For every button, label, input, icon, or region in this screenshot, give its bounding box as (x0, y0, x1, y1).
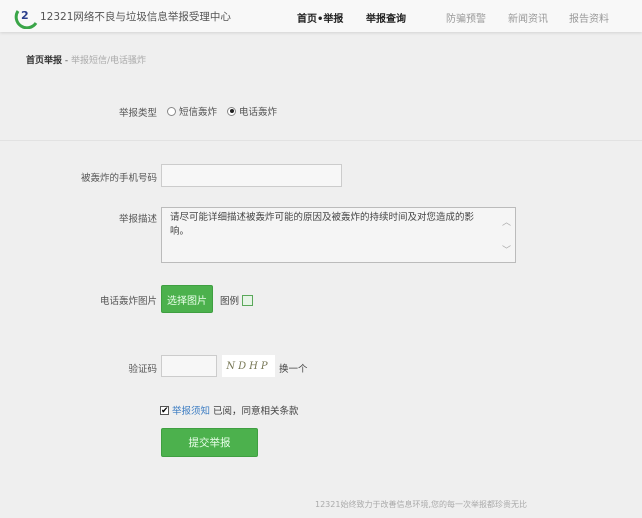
agree-text: 已阅，同意相关条款 (213, 406, 299, 417)
report-type-label: 举报类型 (118, 108, 157, 119)
nav-fraud-alert[interactable]: 防骗预警 (446, 10, 486, 25)
example: 图例 (220, 293, 254, 307)
radio-label: 短信轰炸 (179, 107, 218, 118)
example-image-icon[interactable] (242, 294, 254, 306)
example-label: 图例 (220, 296, 240, 307)
radio-sms-bombing[interactable]: 短信轰炸 (167, 104, 217, 118)
agree-checkbox[interactable]: ✔ (160, 405, 169, 415)
logo-icon[interactable]: 2 (14, 3, 40, 29)
phone-input[interactable] (161, 164, 342, 187)
agree-row: ✔ 举报须知 已阅，同意相关条款 (160, 403, 299, 417)
captcha-image[interactable]: NDHP (222, 355, 275, 377)
breadcrumb-home[interactable]: 首页举报 (26, 56, 62, 66)
footer-text: 12321始终致力于改善信息环境,您的每一次举报都珍贵无比 (315, 500, 527, 509)
captcha-label: 验证码 (128, 364, 157, 375)
nav-news[interactable]: 新闻资讯 (508, 10, 548, 25)
breadcrumb-current: 举报短信/电话骚炸 (71, 56, 147, 66)
nav-home-report[interactable]: 首页•举报 (297, 10, 343, 25)
radio-label: 电话轰炸 (239, 107, 278, 118)
radio-call-bombing[interactable]: 电话轰炸 (227, 104, 277, 118)
svg-text:2: 2 (21, 9, 29, 22)
refresh-captcha-link[interactable]: 换一个 (279, 361, 308, 375)
nav-report-query[interactable]: 举报查询 (366, 10, 406, 25)
scroll-up-icon[interactable]: ︿ (502, 216, 511, 230)
captcha-input[interactable] (161, 355, 217, 377)
choose-image-button[interactable]: 选择图片 (161, 285, 213, 313)
report-type-group: 短信轰炸 电话轰炸 (167, 104, 287, 118)
report-notice-link[interactable]: 举报须知 (172, 403, 210, 417)
submit-report-button[interactable]: 提交举报 (161, 428, 258, 457)
breadcrumb: 首页举报 - 举报短信/电话骚炸 (26, 53, 146, 66)
site-title[interactable]: 12321网络不良与垃圾信息举报受理中心 (40, 9, 231, 24)
scroll-down-icon[interactable]: ﹀ (502, 244, 511, 258)
phone-label: 被轰炸的手机号码 (80, 173, 157, 184)
description-label: 举报描述 (118, 214, 157, 225)
image-label: 电话轰炸图片 (99, 296, 157, 307)
description-textarea[interactable]: 请尽可能详细描述被轰炸可能的原因及被轰炸的持续时间及对您造成的影响。 ︿ ﹀ (161, 207, 516, 263)
top-header: 2 12321网络不良与垃圾信息举报受理中心 首页•举报 举报查询 防骗预警 新… (0, 0, 642, 32)
description-text: 请尽可能详细描述被轰炸可能的原因及被轰炸的持续时间及对您造成的影响。 (170, 212, 475, 237)
section-divider (0, 140, 642, 141)
nav-reports[interactable]: 报告资料 (569, 10, 609, 25)
breadcrumb-separator: - (62, 56, 71, 66)
radio-circle-icon[interactable] (227, 106, 237, 116)
radio-circle-icon[interactable] (167, 106, 176, 116)
